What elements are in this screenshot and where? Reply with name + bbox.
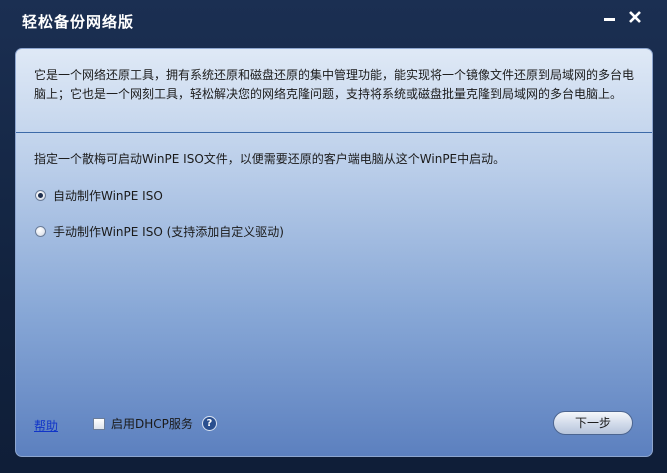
radio-option-auto[interactable]: 自动制作WinPE ISO [35,187,163,204]
instruction-text: 指定一个散梅可启动WinPE ISO文件，以便需要还原的客户端电脑从这个WinP… [34,152,506,166]
radio-button-manual[interactable] [35,226,46,237]
app-window: 轻松备份网络版 它是一个网络还原工具，拥有系统还原和磁盘还原的集中管理功能，能实… [0,0,667,473]
question-mark-icon[interactable]: ? [201,416,217,431]
description-text: 它是一个网络还原工具，拥有系统还原和磁盘还原的集中管理功能，能实现将一个镜像文件… [34,68,635,101]
minimize-icon [604,18,615,21]
close-icon [629,11,641,23]
next-button[interactable]: 下一步 [553,411,633,435]
help-link[interactable]: 帮助 [34,417,58,434]
radio-option-manual[interactable]: 手动制作WinPE ISO (支持添加自定义驱动) [35,223,284,240]
content-panel: 它是一个网络还原工具，拥有系统还原和磁盘还原的集中管理功能，能实现将一个镜像文件… [15,48,653,457]
dhcp-label[interactable]: 启用DHCP服务 [111,415,193,432]
title-bar: 轻松备份网络版 [0,0,667,40]
dhcp-option: 启用DHCP服务 ? [93,415,217,432]
close-button[interactable] [624,6,646,28]
dhcp-checkbox[interactable] [93,417,105,430]
radio-label-auto: 自动制作WinPE ISO [53,189,163,203]
divider [16,132,652,133]
minimize-button[interactable] [599,6,621,28]
radio-button-auto[interactable] [35,190,46,201]
radio-label-manual: 手动制作WinPE ISO (支持添加自定义驱动) [53,225,284,239]
window-title: 轻松备份网络版 [22,13,135,31]
